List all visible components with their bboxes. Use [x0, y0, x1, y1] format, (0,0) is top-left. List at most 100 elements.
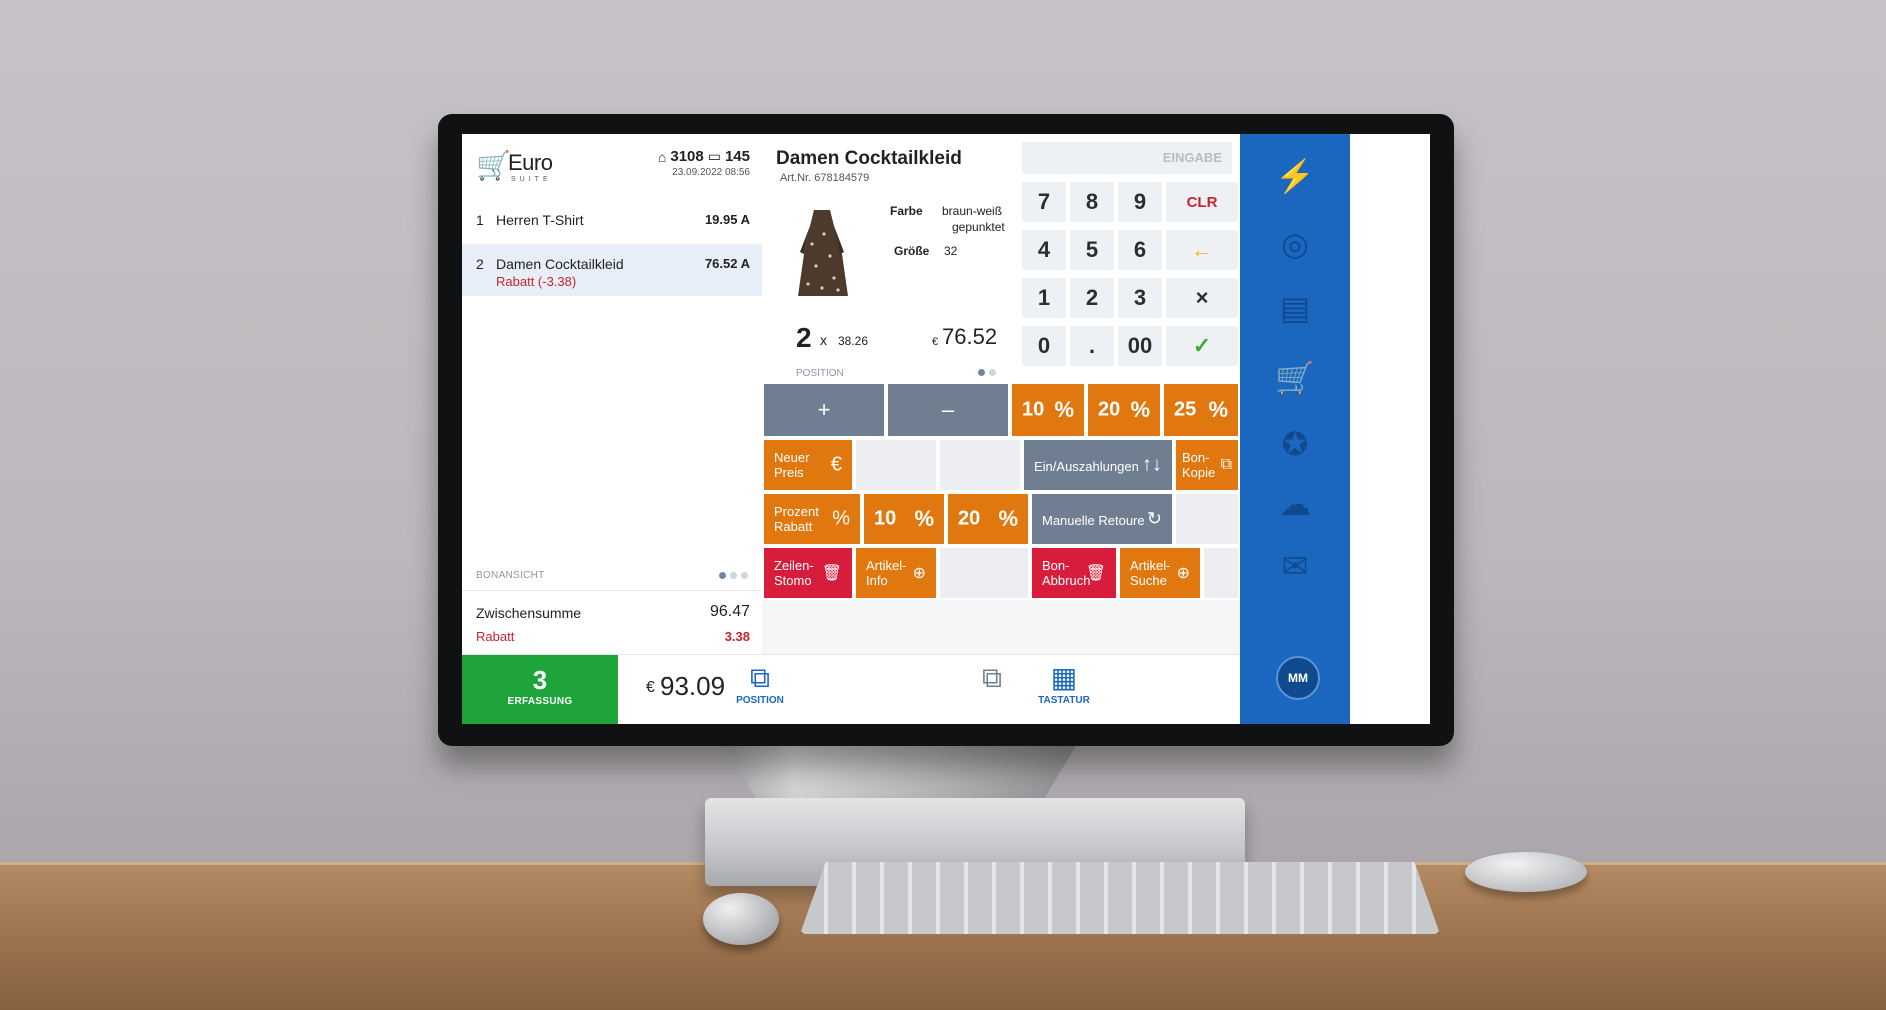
product-pager[interactable]: [978, 369, 996, 376]
user-avatar[interactable]: MM: [1276, 656, 1320, 700]
key-5[interactable]: 5: [1070, 230, 1114, 270]
percent-icon: %: [1208, 397, 1228, 422]
book-icon[interactable]: ▤: [1271, 284, 1319, 332]
numpad: EINGABE 7 8 9 CLR 4 5 6 ← 1 2 3 × 0 . 00…: [1010, 134, 1240, 382]
discount-10-value: 10: [1022, 398, 1045, 421]
percent-icon: %: [1130, 397, 1150, 422]
function-tiles: + – 10 % 20 % 25 % Neuer Preis € Ein/Aus…: [762, 382, 1240, 654]
pager-dot[interactable]: [730, 572, 737, 579]
receipt-copy-label: Bon-Kopie: [1182, 450, 1216, 480]
minus-button[interactable]: –: [886, 382, 1010, 438]
input-display[interactable]: EINGABE: [1022, 142, 1232, 174]
pager-dot-active[interactable]: [719, 572, 726, 579]
backspace-icon[interactable]: ←: [1166, 230, 1238, 270]
copy-view-button[interactable]: ⧉: [956, 661, 1028, 719]
article-info-button[interactable]: Artikel-Info ⊕: [854, 546, 938, 600]
item-name: Damen Cocktailkleid: [496, 256, 624, 272]
key-4[interactable]: 4: [1022, 230, 1066, 270]
receipt-cancel-label: Bon-Abbruch: [1042, 558, 1091, 588]
color-value: braun-weiß: [942, 204, 1003, 218]
capture-label: ERFASSUNG: [507, 696, 573, 707]
item-price: 19.95 A: [704, 212, 750, 227]
empty-tile: [938, 438, 1022, 492]
confirm-check-icon[interactable]: ✓: [1166, 326, 1238, 366]
key-1[interactable]: 1: [1022, 278, 1066, 318]
line-cancel-button[interactable]: Zeilen-Stomo 🗑: [762, 546, 854, 600]
discount-label: Rabatt: [476, 629, 515, 644]
discount-20-button-2[interactable]: 20 %: [946, 492, 1030, 546]
percent-icon: %: [1054, 397, 1074, 422]
brand-logo-icon[interactable]: ⚡: [1271, 152, 1319, 200]
subtotal-label: Zwischensumme: [476, 605, 582, 621]
receipt-pager[interactable]: [719, 572, 748, 579]
receipt-cancel-button[interactable]: Bon-Abbruch 🗑: [1030, 546, 1118, 600]
position-label: POSITION: [796, 368, 844, 379]
pager-dot[interactable]: [741, 572, 748, 579]
cloud-check-icon[interactable]: ☁: [1271, 480, 1319, 528]
empty-tile: [1202, 546, 1240, 600]
article-info-label: Artikel-Info: [866, 558, 907, 588]
empty-tile: [938, 546, 1030, 600]
empty-tile: [1174, 492, 1240, 546]
currency-symbol: €: [932, 336, 939, 348]
receipt-copy-button[interactable]: Bon-Kopie ⧉: [1174, 438, 1240, 492]
item-name: Herren T-Shirt: [496, 212, 584, 228]
receipt-item-selected[interactable]: 2 Damen Cocktailkleid 76.52 A Rabatt (-3…: [462, 244, 762, 296]
datetime: 23.09.2022 08:56: [672, 167, 750, 178]
euro-icon: €: [830, 453, 842, 476]
article-search-label: Artikel-Suche: [1130, 558, 1171, 588]
key-clear[interactable]: CLR: [1166, 182, 1238, 222]
plus-button[interactable]: +: [762, 382, 886, 438]
key-00[interactable]: 00: [1118, 326, 1162, 366]
verified-icon[interactable]: ✪: [1271, 420, 1319, 468]
discount-20-button[interactable]: 20 %: [1086, 382, 1162, 438]
discount-20-value: 20: [1098, 398, 1121, 421]
refresh-icon: ↻: [1146, 508, 1162, 529]
new-price-button[interactable]: Neuer Preis €: [762, 438, 854, 492]
capture-count-button[interactable]: 3 ERFASSUNG: [462, 655, 618, 724]
key-3[interactable]: 3: [1118, 278, 1162, 318]
key-6[interactable]: 6: [1118, 230, 1162, 270]
cash-in-out-button[interactable]: Ein/Auszahlungen ↑↓: [1022, 438, 1174, 492]
user-icon[interactable]: ◎: [1271, 220, 1319, 268]
grid-icon: ▦: [1050, 662, 1078, 693]
key-decimal[interactable]: .: [1070, 326, 1114, 366]
key-2[interactable]: 2: [1070, 278, 1114, 318]
arrows-up-down-icon: ↑↓: [1142, 453, 1162, 476]
key-8[interactable]: 8: [1070, 182, 1114, 222]
manual-return-label: Manuelle Retoure: [1042, 513, 1145, 528]
cash-in-out-label: Ein/Auszahlungen: [1034, 459, 1139, 474]
percent-icon: %: [998, 506, 1018, 531]
subtotal-value: 96.47: [709, 603, 750, 620]
discount-10-button-2[interactable]: 10 %: [862, 492, 946, 546]
receipt-view-label: BONANSICHT: [476, 570, 545, 581]
pos-screen: 🛒 Euro SUITE ⌂ 3108 ▭ 145 23.09.2022 08:…: [462, 134, 1430, 724]
trash-icon: 🗑: [1085, 565, 1106, 582]
line-cancel-label: Zeilen-Stomo: [774, 558, 814, 588]
plus-label: +: [817, 397, 831, 422]
size-value: 32: [944, 244, 958, 258]
article-search-button[interactable]: Artikel-Suche ⊕: [1118, 546, 1202, 600]
manual-return-button[interactable]: Manuelle Retoure ↻: [1030, 492, 1174, 546]
keyboard-view-button[interactable]: ▦ TASTATUR: [1028, 661, 1100, 719]
pager-dot[interactable]: [989, 369, 996, 376]
cart-icon[interactable]: 🛒: [1271, 354, 1319, 402]
quantity[interactable]: 2: [796, 322, 812, 354]
percent-icon: %: [914, 506, 934, 531]
logo-subtext: SUITE: [511, 176, 552, 183]
line-total: 76.52: [942, 324, 998, 349]
multiply-key[interactable]: ×: [1166, 278, 1238, 318]
percent-discount-button[interactable]: Prozent Rabatt %: [762, 492, 862, 546]
position-view-button[interactable]: ⧉ POSITION: [724, 661, 796, 719]
discount-25-button[interactable]: 25 %: [1162, 382, 1240, 438]
receipt-item[interactable]: 1 Herren T-Shirt 19.95 A: [462, 200, 762, 244]
dress-image: [798, 210, 848, 296]
discount-10-button[interactable]: 10 %: [1010, 382, 1086, 438]
key-9[interactable]: 9: [1118, 182, 1162, 222]
mail-icon[interactable]: ✉: [1271, 542, 1319, 590]
zoom-in-icon: ⊕: [912, 565, 926, 582]
key-0[interactable]: 0: [1022, 326, 1066, 366]
key-7[interactable]: 7: [1022, 182, 1066, 222]
pager-dot-active[interactable]: [978, 369, 985, 376]
capture-count: 3: [532, 665, 548, 695]
